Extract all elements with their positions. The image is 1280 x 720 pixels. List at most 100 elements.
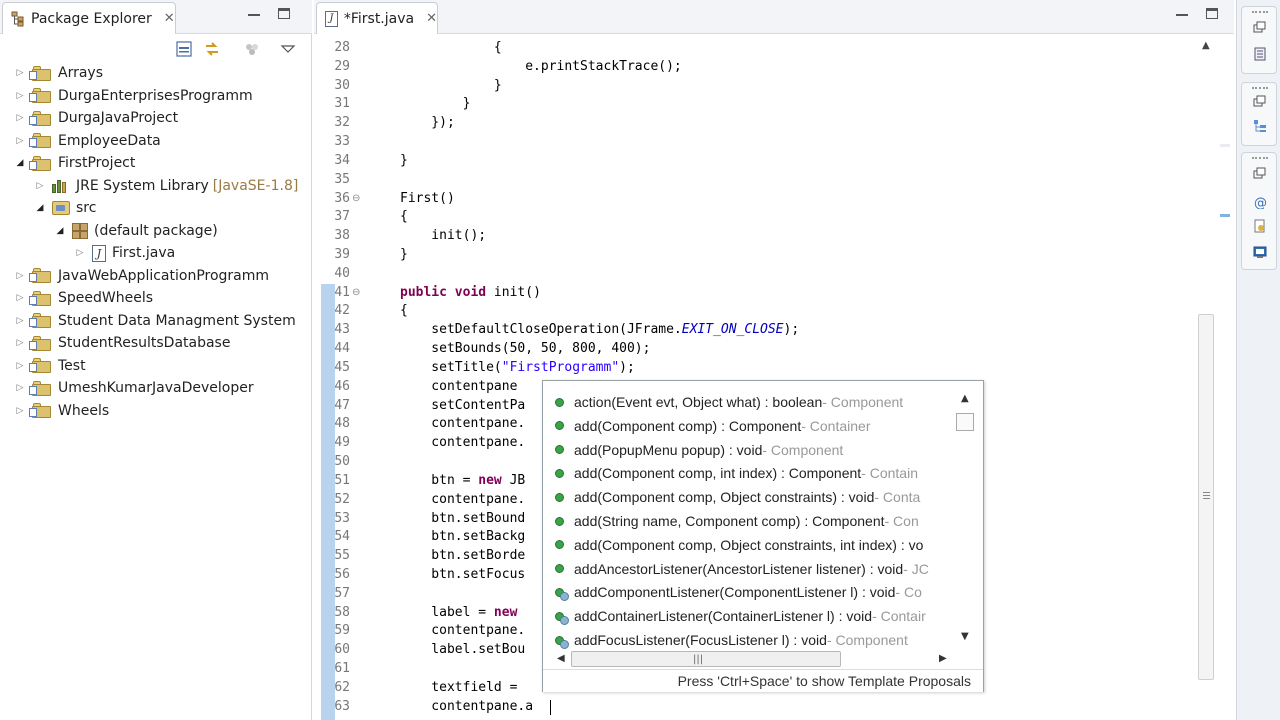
tree-item[interactable]: ▷ Student Data Managment System	[14, 310, 296, 332]
code-line[interactable]: }	[400, 95, 471, 113]
scroll-up-arrow-icon[interactable]: ▲	[961, 393, 969, 404]
javadoc-at-icon[interactable]: @	[1253, 195, 1267, 209]
tree-item[interactable]: ▷ SpeedWheels	[14, 287, 153, 309]
code-line[interactable]: contentpane.	[400, 491, 525, 509]
code-line[interactable]: btn.setFocus	[400, 566, 525, 584]
code-line[interactable]: });	[400, 114, 455, 132]
code-line[interactable]: setTitle("FirstProgramm");	[400, 359, 635, 377]
minimize-view-button[interactable]	[248, 8, 260, 16]
link-with-editor-icon[interactable]	[203, 40, 221, 58]
collapsed-arrow-icon[interactable]: ▷	[14, 361, 26, 371]
proposal-item[interactable]: addAncestorListener(AncestorListener lis…	[555, 557, 955, 581]
code-line[interactable]: btn.setBackg	[400, 528, 525, 546]
trim-grip[interactable]	[1252, 87, 1268, 89]
code-line[interactable]: label.setBou	[400, 641, 525, 659]
restore-icon[interactable]	[1253, 167, 1267, 181]
code-line[interactable]: {	[400, 39, 502, 57]
proposal-hscroll-thumb[interactable]	[571, 651, 841, 667]
focus-on-active-task-icon[interactable]	[243, 40, 261, 58]
proposal-item[interactable]: add(String name, Component comp) : Compo…	[555, 509, 955, 533]
collapsed-arrow-icon[interactable]: ▷	[14, 316, 26, 326]
collapsed-arrow-icon[interactable]: ▷	[14, 91, 26, 101]
code-line[interactable]: {	[400, 208, 408, 226]
scroll-right-arrow-icon[interactable]: ▶	[939, 653, 947, 664]
tab-first-java[interactable]: J *First.java ✕	[316, 2, 438, 34]
code-line[interactable]: contentpane.	[400, 622, 525, 640]
proposal-item[interactable]: addFocusListener(FocusListener l) : void…	[555, 628, 955, 651]
scroll-down-arrow-icon[interactable]: ▼	[961, 631, 969, 642]
proposal-item[interactable]: add(Component comp) : Component - Contai…	[555, 414, 955, 438]
code-line[interactable]: contentpane.	[400, 415, 525, 433]
expanded-arrow-icon[interactable]: ◢	[14, 158, 26, 168]
collapsed-arrow-icon[interactable]: ▷	[34, 181, 46, 191]
console-icon[interactable]	[1253, 245, 1267, 259]
code-line[interactable]: textfield =	[400, 679, 517, 697]
template-proposals-hint[interactable]: Press 'Ctrl+Space' to show Template Prop…	[678, 673, 971, 689]
declaration-icon[interactable]	[1253, 219, 1267, 233]
scroll-left-arrow-icon[interactable]: ◀	[557, 653, 565, 664]
fold-collapse-icon[interactable]: ⊖	[352, 284, 360, 302]
collapsed-arrow-icon[interactable]: ▷	[14, 383, 26, 393]
tree-item[interactable]: ▷ UmeshKumarJavaDeveloper	[14, 377, 254, 399]
maximize-editor-button[interactable]	[1206, 8, 1218, 19]
code-line[interactable]: {	[400, 302, 408, 320]
proposal-item[interactable]: add(PopupMenu popup) : void - Component	[555, 438, 955, 462]
proposal-item[interactable]: add(Component comp, Object constraints, …	[555, 533, 955, 557]
code-line[interactable]: First()	[400, 190, 455, 208]
tree-item[interactable]: ▷ JavaWebApplicationProgramm	[14, 265, 270, 287]
close-icon[interactable]: ✕	[164, 11, 175, 26]
code-line[interactable]: init();	[400, 227, 486, 245]
expanded-arrow-icon[interactable]: ◢	[54, 226, 66, 236]
tree-item[interactable]: ▷ JRE System Library [JavaSE-1.8]	[34, 175, 299, 197]
collapsed-arrow-icon[interactable]: ▷	[14, 68, 26, 78]
collapse-all-icon[interactable]	[175, 40, 193, 58]
tree-item[interactable]: ▷ EmployeeData	[14, 130, 161, 152]
code-line[interactable]: label = new	[400, 604, 517, 622]
overview-mark[interactable]	[1220, 214, 1230, 217]
code-line[interactable]: public void init()	[400, 284, 541, 302]
code-line[interactable]: btn.setBorde	[400, 547, 525, 565]
collapsed-arrow-icon[interactable]: ▷	[14, 406, 26, 416]
tab-package-explorer[interactable]: Package Explorer ✕	[2, 2, 176, 34]
collapsed-arrow-icon[interactable]: ▷	[74, 248, 86, 258]
tree-item[interactable]: ▷ Test	[14, 355, 86, 377]
restore-icon[interactable]	[1253, 21, 1267, 35]
proposal-item[interactable]: addContainerListener(ContainerListener l…	[555, 604, 955, 628]
tree-item[interactable]: ◢ (default package)	[54, 220, 218, 242]
fold-collapse-icon[interactable]: ⊖	[352, 190, 360, 208]
outline-icon[interactable]	[1253, 119, 1267, 133]
proposal-item[interactable]: add(Component comp, Object constraints) …	[555, 485, 955, 509]
code-line[interactable]: contentpane.	[400, 434, 525, 452]
editor-scroll-thumb[interactable]	[1198, 314, 1214, 680]
code-line[interactable]: btn = new JB	[400, 472, 525, 490]
minimize-editor-button[interactable]	[1176, 8, 1188, 16]
tree-item[interactable]: ▷ J First.java	[74, 242, 175, 264]
task-list-icon[interactable]	[1253, 47, 1267, 61]
proposal-item[interactable]: action(Event evt, Object what) : boolean…	[555, 390, 955, 414]
code-line[interactable]: btn.setBound	[400, 510, 525, 528]
proposal-scroll-thumb[interactable]	[956, 413, 974, 431]
expanded-arrow-icon[interactable]: ◢	[34, 203, 46, 213]
overview-ruler[interactable]	[1218, 36, 1232, 720]
tree-item[interactable]: ▷ DurgaJavaProject	[14, 107, 179, 129]
code-line[interactable]: setContentPa	[400, 397, 525, 415]
proposal-list[interactable]: action(Event evt, Object what) : boolean…	[543, 381, 957, 651]
tree-item[interactable]: ▷ DurgaEnterprisesProgramm	[14, 85, 253, 107]
code-line[interactable]: contentpane.a	[400, 698, 533, 716]
proposal-item[interactable]: addComponentListener(ComponentListener l…	[555, 580, 955, 604]
trim-grip[interactable]	[1252, 11, 1268, 13]
code-line[interactable]: }	[400, 246, 408, 264]
maximize-view-button[interactable]	[278, 8, 290, 19]
tree-item[interactable]: ▷ StudentResultsDatabase	[14, 332, 231, 354]
collapsed-arrow-icon[interactable]: ▷	[14, 293, 26, 303]
code-line[interactable]: e.printStackTrace();	[400, 58, 682, 76]
collapsed-arrow-icon[interactable]: ▷	[14, 136, 26, 146]
view-menu-chevron-down-icon[interactable]	[279, 40, 297, 58]
code-line[interactable]: contentpane	[400, 378, 517, 396]
restore-icon[interactable]	[1253, 95, 1267, 109]
code-line[interactable]: setDefaultCloseOperation(JFrame.EXIT_ON_…	[400, 321, 799, 339]
collapsed-arrow-icon[interactable]: ▷	[14, 338, 26, 348]
code-line[interactable]: }	[400, 152, 408, 170]
close-icon[interactable]: ✕	[426, 11, 437, 26]
code-line[interactable]: }	[400, 77, 502, 95]
